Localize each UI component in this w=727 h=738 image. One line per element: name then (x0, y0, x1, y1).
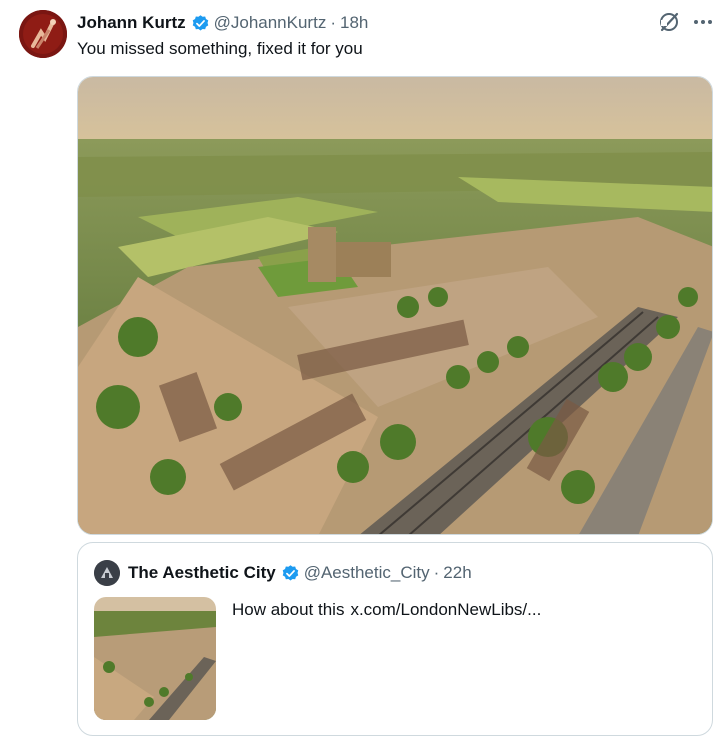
quoted-author-handle[interactable]: @Aesthetic_City (304, 563, 430, 583)
post-header: Johann Kurtz @JohannKurtz · 18h (77, 12, 368, 34)
author-avatar[interactable] (19, 10, 67, 58)
quoted-author-name[interactable]: The Aesthetic City (128, 563, 276, 583)
separator-dot: · (433, 563, 440, 582)
quoted-post-link[interactable]: x.com/LondonNewLibs/... (350, 600, 541, 619)
author-handle[interactable]: @JohannKurtz (214, 13, 327, 33)
post-text: You missed something, fixed it for you (77, 39, 363, 58)
quoted-post[interactable]: The Aesthetic City @Aesthetic_City · 22h (77, 542, 713, 736)
separator-dot: · (330, 13, 336, 32)
verified-badge-icon (191, 14, 210, 33)
quoted-post-time[interactable]: 22h (443, 563, 471, 583)
post-time[interactable]: 18h (340, 13, 368, 33)
post-image[interactable] (77, 76, 713, 535)
quoted-post-text: How about this x.com/LondonNewLibs/... (232, 600, 541, 620)
quoted-post-header: The Aesthetic City @Aesthetic_City · 22h (128, 562, 472, 584)
more-options-icon[interactable] (692, 10, 714, 34)
author-name[interactable]: Johann Kurtz (77, 13, 186, 33)
quoted-post-body: How about this (232, 600, 345, 619)
grok-icon[interactable] (657, 10, 681, 34)
quoted-post-image[interactable] (94, 597, 216, 720)
quoted-author-avatar[interactable] (94, 560, 120, 586)
verified-badge-icon (281, 564, 300, 583)
